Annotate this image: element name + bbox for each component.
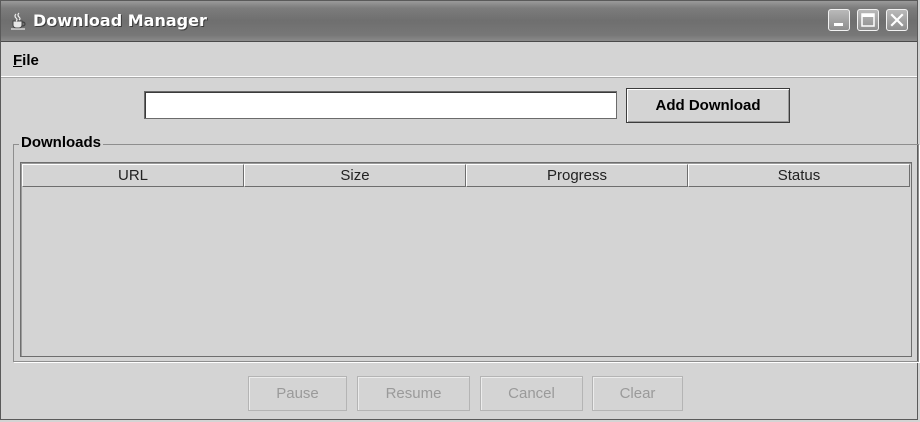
cancel-button[interactable]: Cancel [480, 376, 583, 411]
table-header: URL Size Progress Status [22, 164, 910, 187]
add-download-button[interactable]: Add Download [626, 88, 790, 123]
maximize-icon [861, 13, 875, 27]
menu-file-rest: ile [22, 52, 39, 69]
menu-bar: File [1, 42, 917, 77]
download-manager-window: Download Manager File Add Download Downl… [0, 0, 919, 420]
close-icon [890, 13, 904, 27]
column-header-status[interactable]: Status [688, 164, 910, 187]
minimize-button[interactable] [828, 9, 850, 31]
url-input[interactable] [144, 91, 617, 119]
maximize-button[interactable] [857, 9, 879, 31]
resume-button[interactable]: Resume [357, 376, 470, 411]
window-title: Download Manager [33, 11, 207, 30]
java-cup-icon [9, 12, 27, 30]
downloads-table[interactable]: URL Size Progress Status [20, 162, 912, 357]
clear-button[interactable]: Clear [592, 376, 683, 411]
title-bar[interactable]: Download Manager [1, 1, 917, 42]
close-button[interactable] [886, 9, 908, 31]
pause-button[interactable]: Pause [248, 376, 347, 411]
downloads-group-title: Downloads [19, 134, 104, 151]
column-header-size[interactable]: Size [244, 164, 466, 187]
minimize-icon [834, 23, 843, 26]
menu-file-mnemonic: F [13, 52, 23, 69]
column-header-url[interactable]: URL [22, 164, 244, 187]
column-header-progress[interactable]: Progress [466, 164, 688, 187]
menu-file[interactable]: File [13, 52, 39, 69]
